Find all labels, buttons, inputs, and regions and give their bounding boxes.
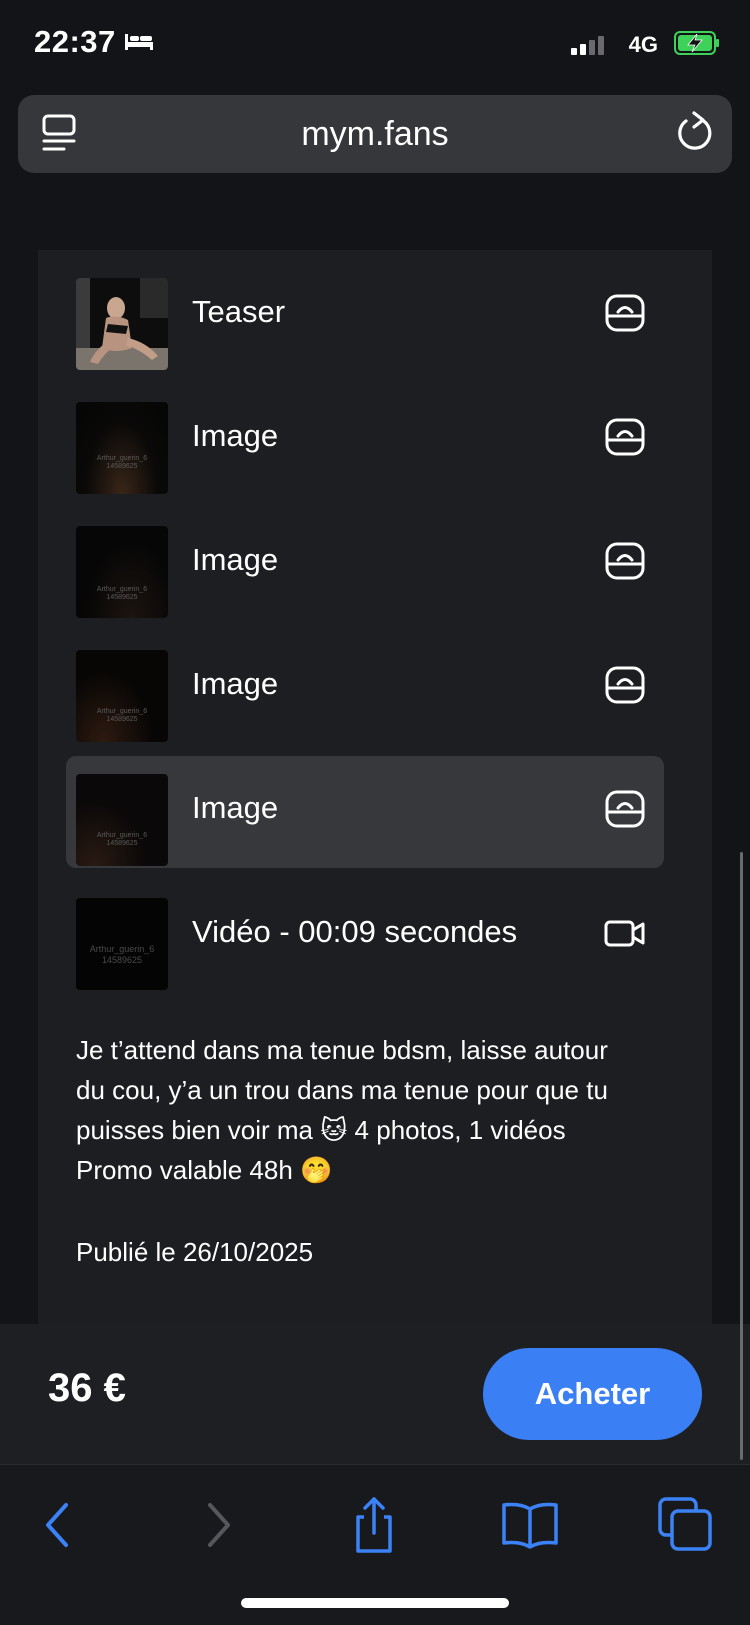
description-line: du cou, y’a un trou dans ma tenue pour q… (76, 1075, 608, 1105)
image-locked-icon (605, 542, 645, 580)
status-time: 22:37 (34, 24, 154, 60)
image-locked-icon (605, 666, 645, 704)
teaser-thumbnail (76, 278, 168, 370)
media-item-label: Teaser (192, 294, 286, 329)
media-item-image-selected[interactable]: Arthur_guerin_6 14589625 Image (66, 756, 664, 868)
image-locked-icon (605, 790, 645, 828)
price-label: 36 € (48, 1366, 126, 1410)
media-item-image[interactable]: Arthur_guerin_6 14589625 Image (66, 632, 664, 744)
media-item-label: Image (192, 418, 279, 453)
share-icon[interactable] (344, 1495, 404, 1555)
back-arrow-icon[interactable] (28, 1495, 88, 1555)
media-item-label: Image (192, 666, 279, 701)
clock-text: 22:37 (34, 24, 116, 59)
thumbnail-watermark: Arthur_guerin_6 14589625 (96, 585, 148, 601)
media-item-label: Image (192, 790, 279, 825)
image-thumbnail: Arthur_guerin_6 14589625 (76, 774, 168, 866)
bookmarks-icon[interactable] (500, 1495, 560, 1555)
description-line: Je t’attend dans ma tenue bdsm, laisse a… (76, 1035, 608, 1065)
post-description: Je t’attend dans ma tenue bdsm, laisse a… (76, 1030, 676, 1190)
scrollbar[interactable] (740, 852, 743, 1460)
thumbnail-watermark: Arthur_guerin_6 14589625 (96, 455, 148, 471)
description-line: Promo valable 48h 🤭 (76, 1155, 333, 1185)
thumbnail-watermark: Arthur_guerin_6 14589625 (96, 707, 148, 723)
buy-button[interactable]: Acheter (483, 1348, 702, 1440)
teaser-photo (76, 278, 168, 370)
battery-charging-icon (674, 31, 719, 55)
reload-icon[interactable] (672, 111, 714, 155)
purchase-bar: 36 € Acheter (0, 1324, 750, 1464)
image-locked-icon (605, 294, 645, 332)
description-line: puisses bien voir ma 🐱 4 photos, 1 vidéo… (76, 1115, 566, 1145)
thumbnail-watermark: Arthur_guerin_6 14589625 (96, 831, 148, 847)
image-thumbnail: Arthur_guerin_6 14589625 (76, 650, 168, 742)
media-item-video[interactable]: Arthur_guerin_6 14589625 Vidéo - 00:09 s… (66, 880, 664, 992)
media-item-image[interactable]: Arthur_guerin_6 14589625 Image (66, 508, 664, 620)
tabs-icon[interactable] (656, 1495, 716, 1555)
network-type: 4G (628, 32, 658, 57)
home-indicator[interactable] (241, 1598, 509, 1608)
image-locked-icon (605, 418, 645, 456)
media-item-label: Image (192, 542, 279, 577)
bed-icon (124, 34, 153, 50)
forward-arrow-icon[interactable] (188, 1495, 248, 1555)
address-bar[interactable]: mym.fans (18, 95, 732, 173)
published-date: Publié le 26/10/2025 (76, 1237, 314, 1267)
status-bar: 22:37 4G (0, 0, 750, 90)
video-camera-icon (604, 920, 645, 947)
media-item-image[interactable]: Arthur_guerin_6 14589625 Image (66, 384, 664, 496)
thumbnail-watermark: Arthur_guerin_6 14589625 (89, 944, 155, 965)
image-thumbnail: Arthur_guerin_6 14589625 (76, 402, 168, 494)
url-text[interactable]: mym.fans (18, 115, 732, 154)
video-thumbnail: Arthur_guerin_6 14589625 (76, 898, 168, 990)
cellular-signal-icon (571, 33, 604, 55)
media-item-teaser[interactable]: Teaser (66, 260, 664, 372)
media-item-label: Vidéo - 00:09 secondes (192, 914, 518, 949)
image-thumbnail: Arthur_guerin_6 14589625 (76, 526, 168, 618)
